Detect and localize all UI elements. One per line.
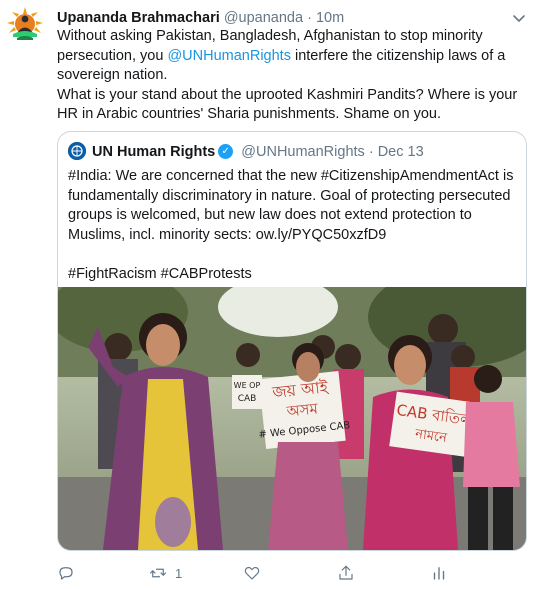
reply-icon	[59, 567, 73, 580]
tweet-text: Without asking Pakistan, Bangladesh, Afg…	[57, 27, 527, 125]
author-handle[interactable]: @upananda	[224, 10, 303, 26]
tweet-actions: 1	[57, 562, 527, 584]
quoted-text-body: #India: We are concerned that the new #C…	[68, 168, 514, 243]
quoted-tweet-date: Dec 13	[377, 144, 424, 160]
protest-photo[interactable]: জয় আই অসম # We Oppose CAB WE OP CAB CAB…	[58, 287, 526, 550]
author-name[interactable]: Upananda Brahmachari	[57, 10, 220, 26]
mention-link[interactable]: @UNHumanRights	[167, 48, 291, 64]
like-button[interactable]	[243, 562, 261, 584]
retweet-count: 1	[175, 565, 183, 581]
tweet-header: Upananda Brahmachari @upananda · 10m	[57, 8, 527, 28]
share-icon	[339, 565, 353, 580]
more-options-button[interactable]	[509, 8, 529, 28]
tweet-timestamp[interactable]: 10m	[316, 10, 344, 26]
quoted-author-handle: @UNHumanRights	[241, 144, 365, 160]
reply-button[interactable]	[57, 562, 75, 584]
verified-badge-icon: ✓	[218, 143, 234, 159]
sign-text-2: অসম	[285, 399, 320, 420]
quoted-tweet[interactable]: UN Human Rights ✓ @UNHumanRights · Dec 13…	[57, 131, 527, 551]
analytics-button[interactable]	[430, 562, 448, 584]
quoted-tweet-text: #India: We are concerned that the new #C…	[68, 167, 516, 285]
sign-text-7: CAB	[238, 394, 257, 404]
separator-dot: ·	[307, 10, 312, 26]
tweet-text-part3: What is your stand about the uprooted Ka…	[57, 86, 518, 123]
avatar[interactable]	[5, 5, 45, 45]
heart-icon	[244, 566, 260, 580]
sign-text-6: WE OP	[234, 381, 261, 390]
quoted-tweet-header: UN Human Rights ✓ @UNHumanRights · Dec 13	[68, 142, 424, 162]
retweet-button[interactable]: 1	[149, 562, 182, 584]
share-button[interactable]	[337, 562, 355, 584]
chevron-down-icon	[513, 15, 525, 22]
quoted-author-name: UN Human Rights	[92, 144, 216, 160]
analytics-icon	[433, 567, 445, 580]
quoted-hashtags: #FightRacism #CABProtests	[68, 265, 252, 282]
retweet-icon	[149, 568, 167, 578]
avatar-image	[5, 5, 45, 45]
separator-dot: ·	[368, 144, 374, 160]
un-logo-icon	[68, 142, 86, 161]
protest-photo-image: জয় আই অসম # We Oppose CAB WE OP CAB CAB…	[58, 287, 526, 550]
